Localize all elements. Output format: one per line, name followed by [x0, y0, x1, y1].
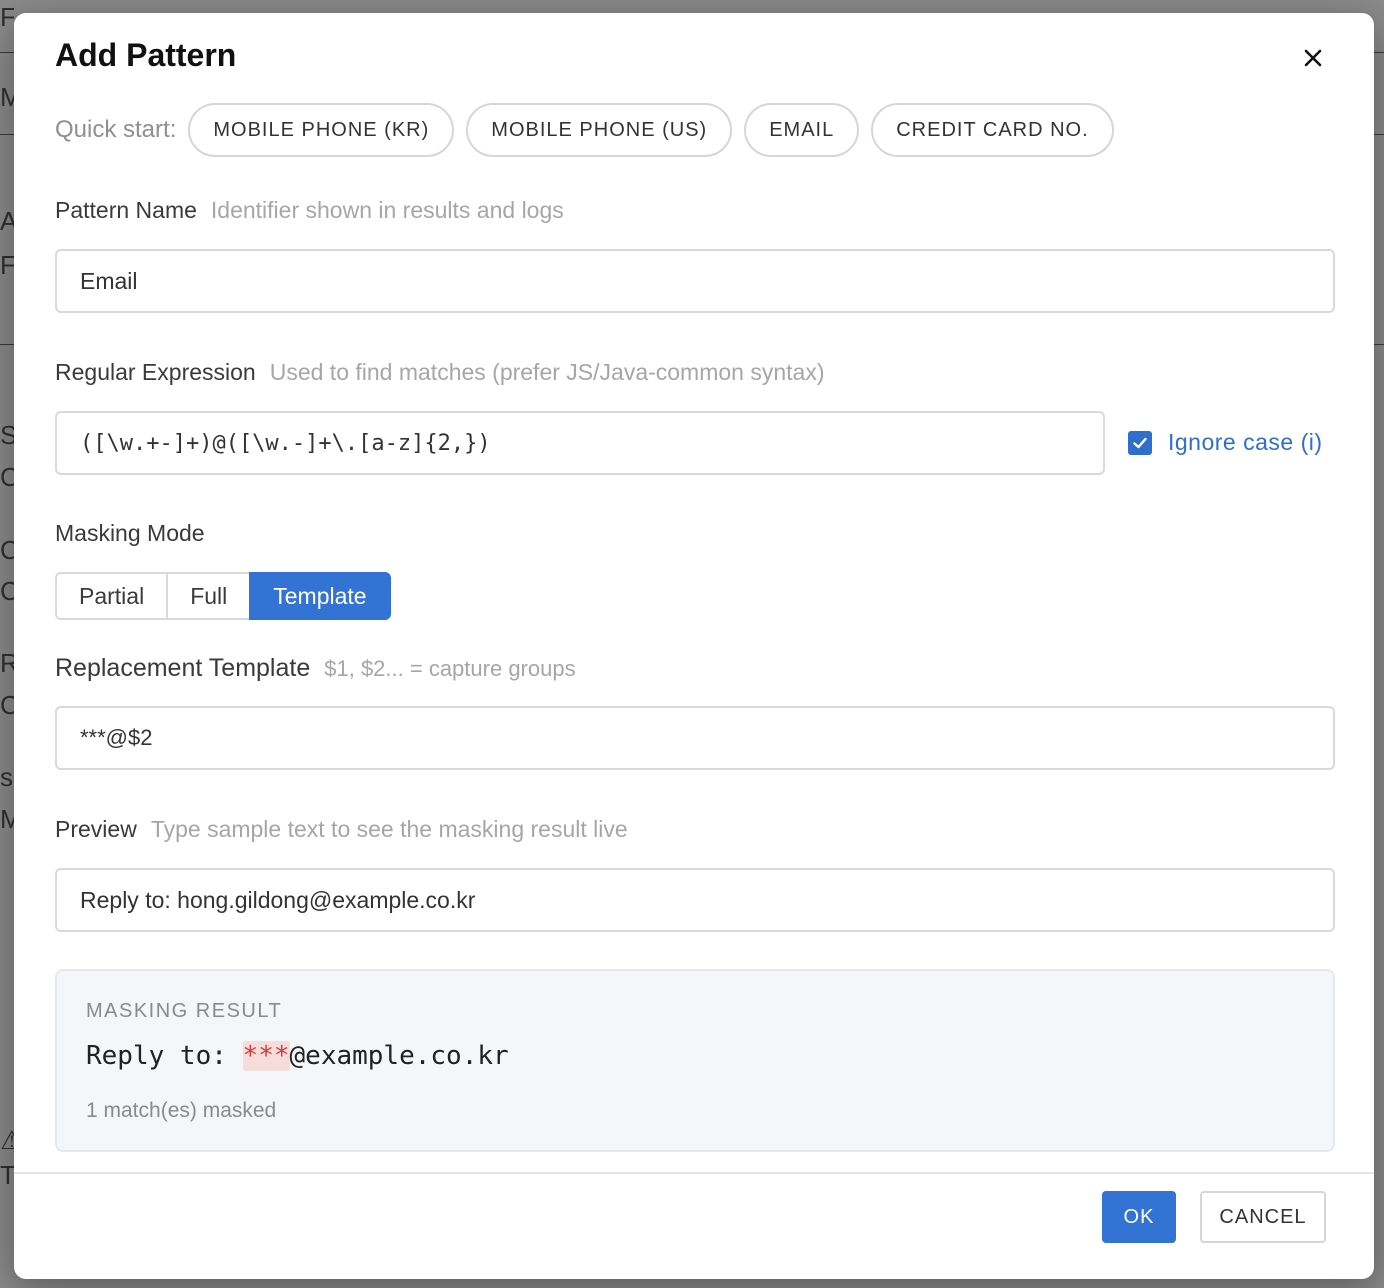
regex-label: Regular Expression Used to find matches (…: [55, 359, 824, 386]
mode-template[interactable]: Template: [249, 572, 391, 620]
masking-result-title: MASKING RESULT: [86, 1000, 283, 1022]
preview-label-text: Preview: [55, 816, 137, 842]
close-icon: [1304, 49, 1322, 67]
replacement-template-input[interactable]: ***@$2: [55, 706, 1335, 770]
masking-result-panel: MASKING RESULT Reply to: ***@example.co.…: [55, 969, 1335, 1152]
masking-mode-label: Masking Mode: [55, 520, 205, 546]
masking-result-text: Reply to: ***@example.co.kr: [86, 1041, 509, 1071]
close-button[interactable]: [1298, 43, 1328, 73]
result-prefix: Reply to:: [86, 1041, 243, 1071]
match-count: 1 match(es) masked: [86, 1099, 277, 1122]
add-pattern-dialog: Add Pattern Quick start: MOBILE PHONE (K…: [14, 13, 1374, 1279]
cancel-button[interactable]: CANCEL: [1200, 1191, 1326, 1243]
chip-credit-card[interactable]: CREDIT CARD NO.: [871, 103, 1114, 157]
checkmark-icon: [1133, 437, 1147, 448]
chip-mobile-phone-kr[interactable]: MOBILE PHONE (KR): [188, 103, 455, 157]
preview-hint: Type sample text to see the masking resu…: [150, 816, 628, 842]
quick-start-label: Quick start:: [55, 116, 177, 143]
pattern-name-label-text: Pattern Name: [55, 197, 197, 223]
replacement-template-hint: $1, $2... = capture groups: [324, 656, 576, 681]
preview-label: Preview Type sample text to see the maski…: [55, 816, 628, 843]
preview-input[interactable]: Reply to: hong.gildong@example.co.kr: [55, 868, 1335, 932]
replacement-template-label: Replacement Template $1, $2... = capture …: [55, 654, 576, 683]
result-masked-segment: ***: [242, 1041, 290, 1071]
chip-email[interactable]: EMAIL: [744, 103, 860, 157]
mode-full[interactable]: Full: [166, 572, 252, 620]
regex-hint: Used to find matches (prefer JS/Java-com…: [269, 359, 825, 385]
pattern-name-label: Pattern Name Identifier shown in results …: [55, 197, 564, 224]
footer-divider: [14, 1172, 1374, 1174]
dialog-title: Add Pattern: [55, 37, 237, 73]
regex-input[interactable]: ([\w.+-]+)@([\w.-]+\.[a-z]{2,}): [55, 411, 1105, 475]
replacement-template-label-text: Replacement Template: [55, 654, 311, 682]
chip-mobile-phone-us[interactable]: MOBILE PHONE (US): [466, 103, 733, 157]
regex-label-text: Regular Expression: [55, 359, 256, 385]
quick-start-row: Quick start: MOBILE PHONE (KR) MOBILE PH…: [55, 101, 1126, 159]
checkbox-box[interactable]: [1128, 430, 1152, 455]
pattern-name-input[interactable]: Email: [55, 249, 1335, 313]
ignore-case-label: Ignore case (i): [1168, 429, 1323, 455]
ignore-case-checkbox[interactable]: Ignore case (i): [1128, 429, 1323, 456]
masking-mode-segmented: Partial Full Template: [55, 572, 391, 620]
mode-partial[interactable]: Partial: [55, 572, 169, 620]
pattern-name-hint: Identifier shown in results and logs: [210, 197, 564, 223]
result-suffix: @example.co.kr: [289, 1041, 509, 1071]
ok-button[interactable]: OK: [1102, 1191, 1176, 1243]
